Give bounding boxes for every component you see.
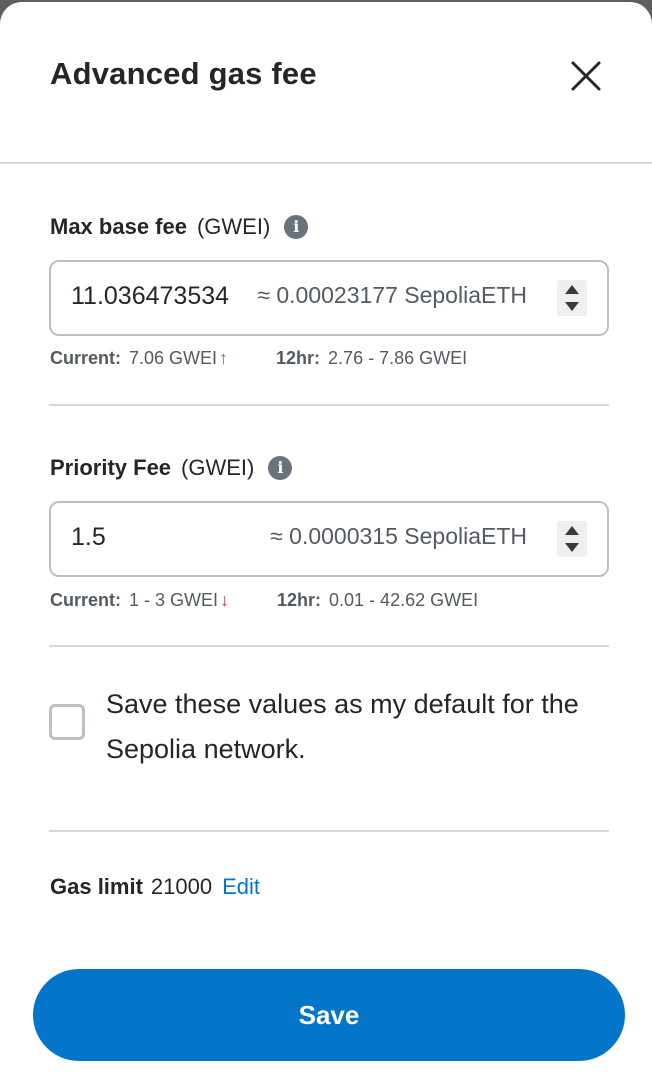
gas-limit-edit-link[interactable]: Edit [222, 874, 260, 900]
max-base-fee-title: Max base fee [50, 214, 187, 239]
close-button[interactable] [564, 54, 608, 98]
range-value: 0.01 - 42.62 GWEI [329, 590, 479, 610]
save-default-checkbox[interactable] [49, 704, 85, 740]
priority-fee-stepper[interactable] [557, 521, 587, 557]
divider [49, 645, 609, 647]
stepper-up-icon[interactable] [565, 285, 579, 294]
info-icon[interactable]: i [284, 215, 309, 239]
priority-fee-label: Priority Fee (GWEI) i [50, 455, 293, 481]
max-base-fee-unit: (GWEI) [196, 214, 271, 239]
priority-fee-meta: Current: 1 - 3 GWEI ↓ 12hr: 0.01 - 42.62… [50, 590, 478, 611]
priority-fee-conversion: ≈ 0.0000315 SepoliaETH [270, 523, 527, 549]
priority-fee-title: Priority Fee [50, 455, 172, 480]
modal-title: Advanced gas fee [50, 56, 317, 91]
save-button[interactable]: Save [33, 969, 625, 1061]
stepper-up-icon[interactable] [565, 526, 579, 535]
divider [49, 404, 609, 406]
divider [49, 830, 609, 832]
current-label: Current: [50, 348, 121, 368]
range-label: 12hr: [276, 348, 321, 368]
max-base-fee-input[interactable]: 11.036473534 ≈ 0.00023177 SepoliaETH [49, 260, 609, 336]
priority-fee-input[interactable]: 1.5 ≈ 0.0000315 SepoliaETH [49, 501, 609, 577]
close-icon [571, 61, 601, 91]
max-base-fee-meta: Current: 7.06 GWEI ↑ 12hr: 2.76 - 7.86 G… [50, 348, 467, 369]
current-label: Current: [50, 590, 121, 610]
max-base-fee-value[interactable]: 11.036473534 [71, 282, 229, 311]
gas-limit-label: Gas limit [50, 874, 143, 899]
gas-limit-value: 21000 [150, 874, 213, 899]
stepper-down-icon[interactable] [565, 302, 579, 311]
range-value: 2.76 - 7.86 GWEI [328, 348, 468, 368]
current-value: 1 - 3 GWEI [129, 590, 219, 610]
arrow-up-icon: ↑ [219, 348, 229, 368]
advanced-gas-fee-modal: Advanced gas fee Max base fee (GWEI) i 1… [0, 2, 652, 1084]
arrow-down-icon: ↓ [220, 590, 230, 610]
priority-fee-unit: (GWEI) [181, 455, 255, 480]
max-base-fee-stepper[interactable] [557, 280, 587, 316]
priority-fee-value[interactable]: 1.5 [71, 523, 106, 552]
gas-limit-row: Gas limit 21000 Edit [50, 874, 260, 900]
stepper-down-icon[interactable] [565, 543, 579, 552]
range-label: 12hr: [277, 590, 322, 610]
max-base-fee-label: Max base fee (GWEI) i [50, 214, 309, 240]
current-value: 7.06 GWEI [129, 348, 218, 368]
max-base-fee-conversion: ≈ 0.00023177 SepoliaETH [257, 282, 527, 308]
modal-header: Advanced gas fee [0, 2, 652, 164]
save-default-label[interactable]: Save these values as my default for the … [106, 682, 606, 772]
info-icon[interactable]: i [268, 456, 293, 480]
